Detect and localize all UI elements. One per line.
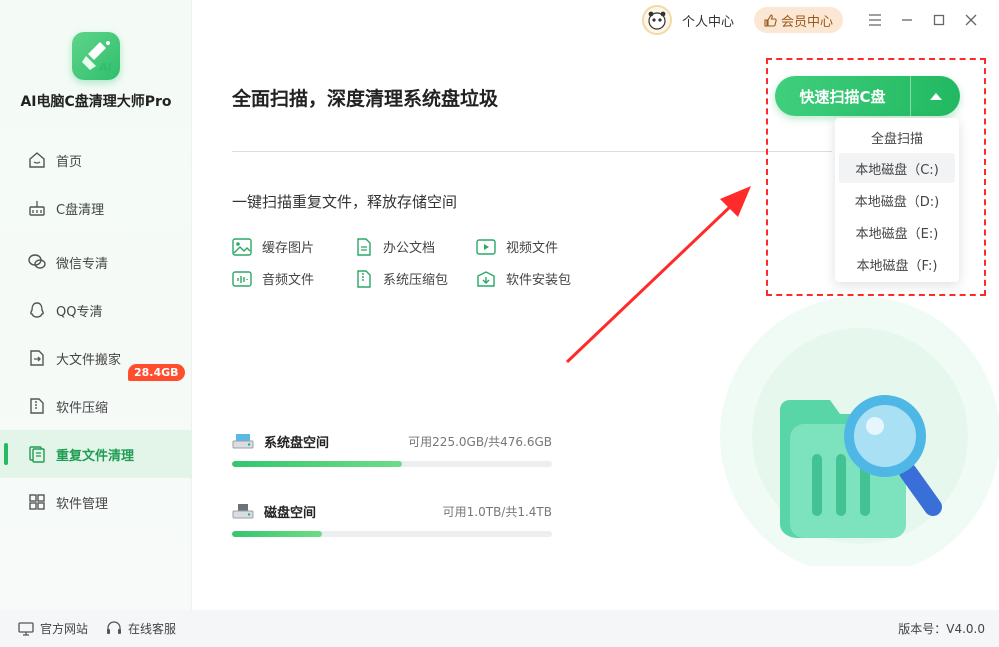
- user-center-link[interactable]: 个人中心: [682, 11, 734, 30]
- close-button[interactable]: [955, 5, 987, 35]
- disk-name: 磁盘空间: [264, 505, 317, 521]
- scan-option-d[interactable]: 本地磁盘（D:): [839, 185, 955, 215]
- scan-illustration: [720, 296, 999, 576]
- duplicate-file-icon: [29, 446, 45, 463]
- footer: 官方网站 在线客服 版本号：V4.0.0: [0, 610, 999, 647]
- file-type-archive: 系统压缩包: [355, 269, 448, 288]
- app-logo: AI: [72, 32, 120, 80]
- official-website-label: 官方网站: [40, 622, 89, 636]
- sidebar-item-label: 软件压缩: [56, 400, 109, 416]
- disk-info: 可用1.0TB/共1.4TB: [442, 504, 552, 519]
- file-type-label: 音频文件: [262, 273, 315, 288]
- video-icon: [476, 238, 496, 255]
- wechat-icon: [28, 254, 46, 269]
- online-support-link[interactable]: 在线客服: [106, 620, 176, 637]
- app-name: AI电脑C盘清理大师Pro: [20, 94, 172, 110]
- svg-text:AI: AI: [98, 61, 112, 74]
- file-type-label: 软件安装包: [506, 273, 572, 288]
- sidebar-item-duplicate[interactable]: 重复文件清理: [0, 430, 192, 478]
- maximize-button[interactable]: [923, 5, 955, 35]
- file-type-video: 视频文件: [476, 237, 558, 256]
- sidebar-item-label: 重复文件清理: [56, 448, 135, 464]
- page-title: 全面扫描，深度清理系统盘垃圾: [232, 88, 499, 110]
- file-type-audio: 音频文件: [232, 269, 314, 288]
- scan-dropdown-menu: 全盘扫描 本地磁盘（C:) 本地磁盘（D:) 本地磁盘（E:) 本地磁盘（F:): [835, 118, 959, 282]
- disk-usage-fill: [232, 461, 402, 467]
- file-type-installer: 软件安装包: [476, 269, 571, 288]
- file-type-label: 办公文档: [383, 241, 436, 256]
- title-bar: 个人中心 会员中心: [641, 4, 987, 36]
- online-support-label: 在线客服: [128, 622, 177, 636]
- close-icon: [965, 14, 977, 26]
- disk-drive-icon: [232, 434, 254, 449]
- monitor-icon: [18, 621, 34, 636]
- sidebar-item-compress[interactable]: 28.4GB 软件压缩: [0, 364, 192, 430]
- disk-usage: 磁盘空间 可用1.0TB/共1.4TB: [232, 500, 552, 537]
- disk-usage-bar: [232, 531, 552, 537]
- vip-center-button[interactable]: 会员中心: [753, 7, 843, 33]
- image-icon: [232, 237, 252, 256]
- document-icon: [357, 237, 371, 256]
- zip-icon: [30, 398, 44, 414]
- file-type-office-doc: 办公文档: [355, 237, 435, 256]
- sidebar-item-home[interactable]: 首页: [0, 136, 192, 184]
- file-move-icon: [30, 350, 44, 366]
- scan-option-c[interactable]: 本地磁盘（C:): [839, 153, 955, 183]
- broom-icon: [29, 201, 45, 216]
- sidebar-item-wechat[interactable]: 微信专清: [0, 238, 192, 286]
- installer-icon: [477, 270, 495, 287]
- menu-button[interactable]: [859, 5, 891, 35]
- sidebar-item-label: 首页: [56, 154, 83, 170]
- sidebar-item-label: 软件管理: [56, 496, 109, 512]
- quick-scan-split-button: 快速扫描C盘: [775, 76, 960, 116]
- file-type-label: 缓存图片: [262, 241, 315, 256]
- scan-option-e[interactable]: 本地磁盘（E:): [839, 217, 955, 247]
- disk-drive-icon: [232, 504, 254, 519]
- page-subtitle: 一键扫描重复文件，释放存储空间: [232, 193, 458, 211]
- minimize-button[interactable]: [891, 5, 923, 35]
- home-icon: [29, 152, 45, 168]
- headset-icon: [107, 621, 122, 634]
- system-disk-usage: 系统盘空间 可用225.0GB/共476.6GB: [232, 430, 552, 467]
- file-type-label: 视频文件: [506, 241, 559, 256]
- sidebar-item-label: 微信专清: [56, 256, 109, 272]
- thumbs-up-icon: [764, 13, 777, 27]
- menu-icon: [869, 14, 881, 26]
- sidebar: AI AI电脑C盘清理大师Pro 首页 C盘清理 微信专清 QQ专清 大文件搬家…: [0, 0, 192, 610]
- sidebar-item-label: QQ专清: [56, 304, 103, 320]
- qq-icon: [30, 302, 44, 318]
- divider: [232, 151, 832, 152]
- scan-option-full[interactable]: 全盘扫描: [839, 122, 955, 152]
- vip-center-label: 会员中心: [780, 14, 833, 30]
- sidebar-item-c-clean[interactable]: C盘清理: [0, 184, 192, 232]
- disk-usage-fill: [232, 531, 322, 537]
- sidebar-item-software[interactable]: 软件管理: [0, 478, 192, 526]
- scan-dropdown-toggle[interactable]: [911, 76, 960, 116]
- disk-info: 可用225.0GB/共476.6GB: [408, 434, 552, 449]
- file-type-label: 系统压缩包: [383, 273, 449, 288]
- size-badge: 28.4GB: [128, 364, 185, 381]
- disk-usage-bar: [232, 461, 552, 467]
- apps-icon: [29, 494, 45, 510]
- caret-up-icon: [929, 93, 942, 100]
- scan-option-f[interactable]: 本地磁盘（F:): [839, 249, 955, 279]
- archive-icon: [357, 269, 371, 288]
- official-website-link[interactable]: 官方网站: [18, 620, 88, 637]
- sidebar-item-label: 大文件搬家: [56, 352, 122, 368]
- disk-name: 系统盘空间: [264, 435, 330, 451]
- sidebar-item-qq[interactable]: QQ专清: [0, 286, 192, 334]
- avatar[interactable]: [641, 5, 672, 35]
- minimize-icon: [902, 19, 912, 21]
- version-label: 版本号：V4.0.0: [898, 622, 985, 636]
- maximize-icon: [933, 14, 945, 26]
- sidebar-item-label: C盘清理: [56, 202, 105, 218]
- audio-icon: [232, 270, 252, 287]
- file-type-cache-image: 缓存图片: [232, 237, 314, 256]
- quick-scan-button[interactable]: 快速扫描C盘: [775, 86, 910, 107]
